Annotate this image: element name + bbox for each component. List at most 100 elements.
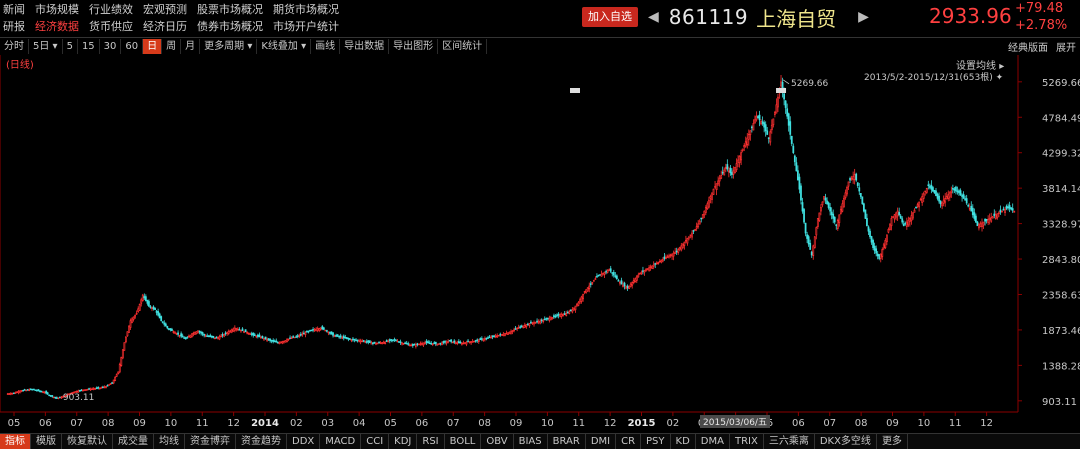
candle-body-271	[422, 342, 425, 346]
indicator-tab-15[interactable]: BRAR	[548, 434, 586, 449]
indicator-tab-24[interactable]: 更多	[877, 434, 908, 449]
candle-body-179	[281, 341, 284, 344]
toolbar-item-6[interactable]: 日	[143, 38, 163, 54]
toolbar-item-13[interactable]: 导出图形	[389, 38, 439, 54]
candle-body-380	[589, 283, 592, 285]
candle-body-633	[978, 224, 980, 229]
candle-body-519	[803, 209, 805, 223]
nav-item-row1-0[interactable]: 新闻	[3, 1, 25, 17]
nav-item-row2-1[interactable]: 经济数据	[35, 18, 79, 34]
indicator-tab-23[interactable]: DKX多空线	[815, 434, 877, 449]
indicator-tab-18[interactable]: PSY	[641, 434, 671, 449]
indicator-tab-0[interactable]: 指标	[0, 434, 31, 449]
indicator-tab-12[interactable]: BOLL	[445, 434, 482, 449]
prev-stock-icon[interactable]: ◀	[648, 9, 659, 25]
candle-body-219	[342, 335, 345, 339]
indicator-tab-16[interactable]: DMI	[586, 434, 617, 449]
nav-item-row1-1[interactable]: 市场规模	[35, 1, 79, 17]
candle-body-502	[777, 96, 779, 108]
candle-body-303	[471, 340, 474, 343]
candle-body-586	[905, 221, 908, 227]
next-stock-icon[interactable]: ▶	[858, 9, 869, 25]
nav-item-row2-5[interactable]: 市场开户统计	[273, 18, 339, 34]
indicator-tab-19[interactable]: KD	[671, 434, 696, 449]
indicator-tab-2[interactable]: 恢复默认	[62, 434, 113, 449]
toolbar-item-10[interactable]: K线叠加 ▾	[257, 38, 312, 54]
toolbar-item-9[interactable]: 更多周期 ▾	[200, 38, 258, 54]
candle-body-207	[324, 329, 327, 332]
indicator-tab-10[interactable]: KDJ	[389, 434, 418, 449]
indicator-tab-4[interactable]: 均线	[154, 434, 185, 449]
nav-item-row2-0[interactable]: 研报	[3, 18, 25, 34]
kline-chart[interactable]: 903.11 1388.28 1873.46 2358.63 2843.80 3328.9…	[0, 55, 1080, 432]
x-tick-label-18: 11	[572, 418, 585, 429]
candle-body-2	[9, 393, 12, 395]
candle-body-383	[594, 278, 597, 280]
toolbar-item-1[interactable]: 5日 ▾	[29, 38, 63, 54]
indicator-tab-8[interactable]: MACD	[320, 434, 362, 449]
candle-body-315	[490, 336, 492, 339]
toolbar-item-14[interactable]: 区间统计	[438, 38, 488, 54]
candle-body-47	[78, 390, 81, 392]
indicator-tab-21[interactable]: TRIX	[730, 434, 764, 449]
candle-body-249	[388, 339, 391, 342]
candle-body-192	[301, 333, 304, 336]
indicator-tab-3[interactable]: 成交量	[113, 434, 154, 449]
candle-body-255	[398, 341, 400, 343]
nav-item-row1-4[interactable]: 股票市场概况	[197, 1, 263, 17]
candle-body-425	[658, 260, 661, 263]
indicator-tab-17[interactable]: CR	[616, 434, 642, 449]
indicator-tab-6[interactable]: 资金趋势	[236, 434, 287, 449]
indicator-tab-11[interactable]: RSI	[417, 434, 445, 449]
indicator-tab-20[interactable]: DMA	[696, 434, 730, 449]
candle-body-3	[11, 392, 14, 395]
candle-body-547	[846, 187, 848, 195]
nav-item-row1-2[interactable]: 行业绩效	[89, 1, 133, 17]
candle-body-144	[227, 331, 230, 335]
indicator-tab-9[interactable]: CCI	[361, 434, 390, 449]
x-tick-label-25: 06	[792, 418, 805, 429]
indicator-tab-22[interactable]: 三六乘离	[764, 434, 815, 449]
candle-body-119	[189, 334, 192, 338]
toolbar-right-item-0[interactable]: 经典版面	[1008, 39, 1048, 54]
indicator-tab-13[interactable]: OBV	[481, 434, 514, 449]
nav-item-row2-2[interactable]: 货币供应	[89, 18, 133, 34]
nav-item-row2-4[interactable]: 债券市场概况	[197, 18, 263, 34]
toolbar-item-5[interactable]: 60	[121, 38, 144, 54]
candle-body-367	[569, 309, 572, 312]
toolbar-item-11[interactable]: 画线	[311, 38, 341, 54]
candle-body-500	[774, 112, 776, 115]
candle-body-56	[92, 388, 95, 390]
indicator-tab-14[interactable]: BIAS	[514, 434, 548, 449]
nav-item-row1-5[interactable]: 期货市场概况	[273, 1, 339, 17]
candle-body-487	[754, 119, 756, 124]
candle-body-362	[562, 313, 565, 317]
candle-body-146	[230, 329, 233, 333]
candle-body-609	[941, 201, 944, 207]
add-to-watchlist-button[interactable]: 加入自选	[582, 7, 638, 27]
indicator-tab-5[interactable]: 资金博弈	[185, 434, 236, 449]
candle-body-48	[80, 389, 83, 392]
toolbar-item-7[interactable]: 周	[162, 38, 182, 54]
nav-item-row2-3[interactable]: 经济日历	[143, 18, 187, 34]
toolbar-item-2[interactable]: 5	[63, 38, 78, 54]
candle-body-227	[355, 339, 357, 342]
toolbar-item-0[interactable]: 分时	[0, 38, 29, 54]
y-tick-label-1: 1388.28	[1042, 361, 1080, 372]
toolbar-item-12[interactable]: 导出数据	[340, 38, 390, 54]
nav-item-row1-3[interactable]: 宏观预测	[143, 1, 187, 17]
pin-icon[interactable]: ✦	[996, 73, 1004, 83]
indicator-tab-1[interactable]: 模版	[31, 434, 62, 449]
candle-body-88	[141, 294, 144, 301]
candle-body-643	[993, 213, 996, 217]
candle-body-296	[461, 342, 463, 345]
candle-body-644	[994, 214, 997, 220]
toolbar-right-item-1[interactable]: 展开	[1056, 39, 1076, 54]
candle-body-310	[482, 338, 485, 341]
candle-body-399	[619, 281, 621, 284]
toolbar-item-8[interactable]: 月	[181, 38, 201, 54]
candle-body-232	[362, 340, 365, 342]
toolbar-item-4[interactable]: 30	[100, 38, 122, 54]
indicator-tab-7[interactable]: DDX	[287, 434, 321, 449]
toolbar-item-3[interactable]: 15	[78, 38, 100, 54]
